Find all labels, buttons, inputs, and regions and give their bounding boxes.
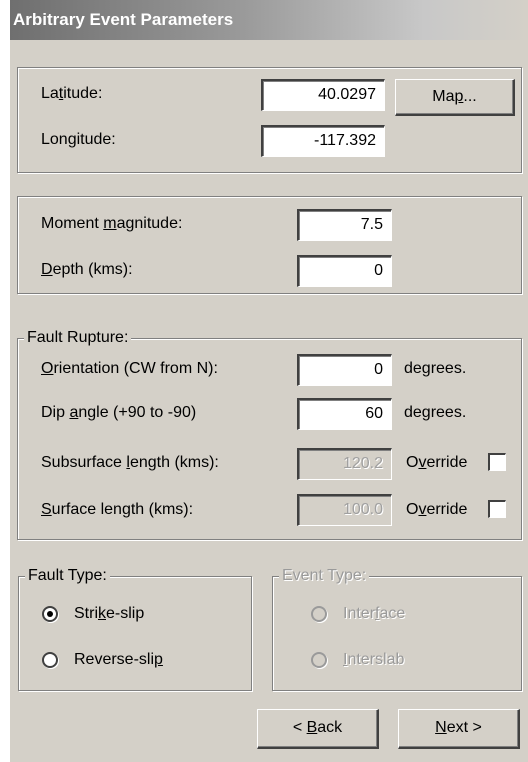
surface-length-label: Surface length (kms): [41,501,194,518]
latitude-label: Latitude: [41,85,103,102]
event-type-group: Event Type: Interface Interslab [272,566,522,691]
fault-type-legend: Fault Type: [25,566,110,586]
title-bar: Arbitrary Event Parameters [10,0,528,40]
magnitude-panel: Moment magnitude: 7.5 Depth (kms): 0 [17,196,522,294]
back-button[interactable]: < Back [257,709,379,749]
orientation-label: Orientation (CW from N): [41,360,218,377]
event-type-legend: Event Type: [279,566,370,586]
interface-radio [311,606,327,622]
dip-angle-field[interactable]: 60 [297,398,392,430]
longitude-label: Longitude: [41,131,116,148]
strike-slip-radio[interactable] [42,606,58,622]
dip-angle-unit: degrees. [404,404,467,421]
fault-rupture-group: Fault Rupture: Orientation (CW from N): … [17,328,522,540]
dialog-window: Arbitrary Event Parameters Latitude: 40.… [10,0,528,762]
latitude-field[interactable]: 40.0297 [261,79,385,111]
orientation-unit: degrees. [404,360,467,377]
fault-type-group: Fault Type: Strike-slip Reverse-slip [18,566,252,691]
surface-length-field: 100.0 [297,494,392,526]
subsurface-length-label: Subsurface length (kms): [41,454,219,471]
location-panel: Latitude: 40.0297 Map... Longitude: -117… [17,67,522,173]
depth-field[interactable]: 0 [297,255,392,287]
radio-selected-dot [47,611,53,617]
longitude-field[interactable]: -117.392 [261,125,385,157]
override-subsurface-label: Override [406,454,468,471]
moment-magnitude-label: Moment magnitude: [41,215,183,232]
strike-slip-label[interactable]: Strike-slip [74,604,144,624]
orientation-field[interactable]: 0 [297,354,392,386]
interslab-label: Interslab [343,651,405,668]
subsurface-length-field: 120.2 [297,448,392,480]
next-button[interactable]: Next > [398,709,520,749]
interface-label: Interface [343,605,406,622]
reverse-slip-label[interactable]: Reverse-slip [74,650,163,670]
moment-magnitude-field[interactable]: 7.5 [297,209,392,241]
depth-label: Depth (kms): [41,261,133,278]
map-button[interactable]: Map... [395,79,515,116]
dip-angle-label: Dip angle (+90 to -90) [41,404,197,421]
reverse-slip-radio[interactable] [42,652,58,668]
override-surface-checkbox[interactable] [488,500,506,518]
fault-rupture-legend: Fault Rupture: [24,328,132,348]
interslab-radio [311,652,327,668]
window-title: Arbitrary Event Parameters [13,10,234,29]
override-subsurface-checkbox[interactable] [488,453,506,471]
override-surface-label: Override [406,501,468,518]
